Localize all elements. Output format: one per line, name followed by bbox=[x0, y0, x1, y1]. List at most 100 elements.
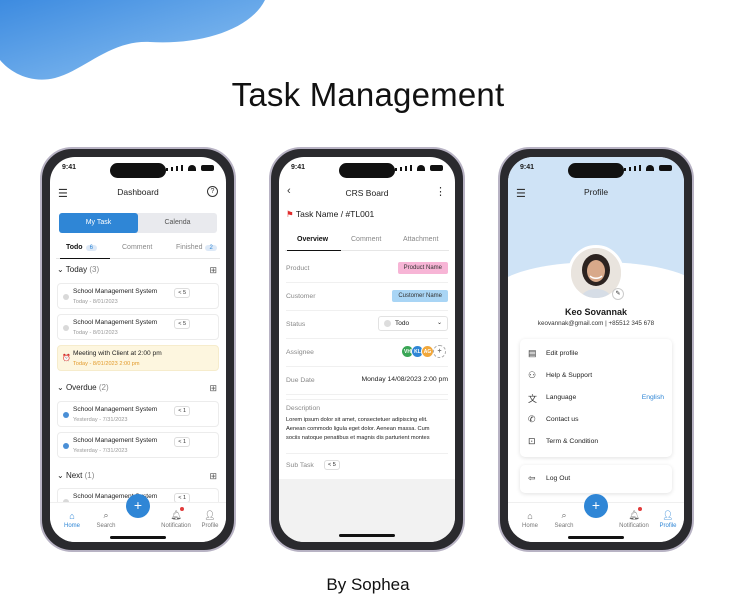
notification-badge bbox=[180, 507, 184, 511]
task-date: Yesterday - 7/31/2023 bbox=[73, 448, 128, 454]
user-icon: 👤︎ bbox=[662, 510, 674, 520]
add-button[interactable]: + bbox=[126, 494, 150, 518]
nav-profile[interactable]: 👤︎ Profile bbox=[650, 510, 684, 529]
menu-contact-us[interactable]: ✆ Contact us bbox=[528, 409, 664, 431]
meeting-card[interactable]: ⏰ Meeting with Client at 2:00 pm Today -… bbox=[57, 345, 219, 371]
nav-profile-label: Profile bbox=[201, 523, 219, 529]
decorative-blob bbox=[0, 0, 265, 80]
dynamic-island bbox=[568, 163, 624, 178]
tab-overview[interactable]: Overview bbox=[297, 236, 328, 243]
help-circle-icon[interactable]: ? bbox=[207, 186, 218, 197]
segment-my-task[interactable]: My Task bbox=[59, 213, 138, 233]
nav-home[interactable]: ⌂ Home bbox=[54, 511, 90, 529]
tab-comment[interactable]: Comment bbox=[351, 236, 381, 243]
nav-home-label: Home bbox=[521, 523, 538, 529]
signal-icons bbox=[395, 165, 443, 171]
task-card[interactable]: School Management System Yesterday - 7/3… bbox=[57, 432, 219, 458]
home-indicator bbox=[568, 536, 624, 539]
add-task-icon[interactable]: ⊞ bbox=[209, 383, 217, 394]
segment-calendar[interactable]: Calenda bbox=[138, 213, 217, 233]
id-card-icon: ▤ bbox=[528, 348, 537, 358]
tab-attachment[interactable]: Attachment bbox=[403, 236, 438, 243]
logout-card: ⇦ Log Out bbox=[520, 465, 672, 493]
alarm-icon: ⏰ bbox=[62, 355, 71, 362]
customer-row[interactable]: Customer Customer Name bbox=[286, 283, 448, 311]
product-row[interactable]: Product Product Name bbox=[286, 255, 448, 283]
subtask-count: 5 bbox=[332, 462, 336, 468]
section-today-label: Today bbox=[65, 265, 88, 274]
user-icon: 👤︎ bbox=[204, 510, 216, 520]
section-today-count: (3) bbox=[89, 265, 100, 274]
subtask-row[interactable]: Sub Task < 5 bbox=[286, 453, 448, 477]
phone-profile: 9:41 ☰ Profile ✎ Keo Sovannak keovannak@… bbox=[498, 147, 694, 552]
chevron-down-icon: ⌄ bbox=[57, 265, 64, 274]
language-value: English bbox=[641, 394, 664, 401]
flag-icon: ⚑ bbox=[286, 209, 294, 219]
share-icon: < bbox=[178, 321, 182, 327]
nav-notification-label: Notification bbox=[619, 523, 649, 529]
tab-todo-label: Todo bbox=[66, 244, 83, 251]
task-title: School Management System bbox=[73, 437, 158, 444]
section-next-label: Next bbox=[65, 471, 83, 480]
battery-icon bbox=[430, 165, 443, 171]
bell-icon: 🔔︎ bbox=[170, 510, 182, 520]
nav-profile-label: Profile bbox=[659, 523, 677, 529]
logout-icon: ⇦ bbox=[528, 473, 536, 483]
task-name-row: ⚑ Task Name / #TL001 bbox=[286, 209, 374, 220]
menu-help-support[interactable]: ⚇ Help & Support bbox=[528, 365, 664, 387]
camera-icon[interactable]: ✎ bbox=[612, 288, 624, 300]
add-task-icon[interactable]: ⊞ bbox=[209, 471, 217, 482]
nav-home-label: Home bbox=[63, 523, 80, 529]
task-date: Today - 8/01/2023 bbox=[73, 299, 118, 305]
add-assignee-icon[interactable]: + bbox=[433, 345, 446, 358]
nav-notification[interactable]: 🔔︎ Notification bbox=[158, 510, 194, 529]
notification-badge bbox=[638, 507, 642, 511]
section-overdue-label: Overdue bbox=[65, 383, 97, 392]
task-card[interactable]: School Management System Yesterday - 7/3… bbox=[57, 401, 219, 427]
description-line: sociis natoque penatibus et magnis dis p… bbox=[286, 435, 430, 441]
status-dot bbox=[63, 443, 69, 449]
profile-contact: keovannak@gmail.com | +85512 345 678 bbox=[537, 320, 655, 327]
nav-profile[interactable]: 👤︎ Profile bbox=[192, 510, 226, 529]
section-today[interactable]: ⌄ Today (3) ⊞ bbox=[57, 265, 217, 276]
tab-finished[interactable]: Finished 2 bbox=[176, 244, 217, 251]
profile-title: Profile bbox=[583, 187, 609, 197]
share-icon: < bbox=[178, 290, 182, 296]
more-vertical-icon[interactable]: ⋮ bbox=[435, 185, 446, 198]
nav-search[interactable]: ⌕ Search bbox=[546, 510, 582, 529]
menu-language-label: Language bbox=[546, 394, 577, 401]
bell-icon: 🔔︎ bbox=[628, 510, 640, 520]
due-date-row[interactable]: Due Date Monday 14/08/2023 2:00 pm bbox=[286, 367, 448, 395]
translate-icon: 文 bbox=[528, 394, 538, 404]
task-card[interactable]: School Management System Today - 8/01/20… bbox=[57, 283, 219, 309]
battery-icon bbox=[659, 165, 672, 171]
status-select[interactable]: Todo ⌄ bbox=[378, 316, 448, 331]
due-date-value: Monday 14/08/2023 2:00 pm bbox=[361, 376, 448, 383]
subtask-count: 1 bbox=[182, 439, 186, 445]
section-next-count: (1) bbox=[84, 471, 95, 480]
task-title: School Management System bbox=[73, 406, 158, 413]
add-button[interactable]: + bbox=[584, 494, 608, 518]
section-overdue[interactable]: ⌄ Overdue (2) ⊞ bbox=[57, 383, 217, 394]
customer-tag[interactable]: Customer Name bbox=[392, 290, 448, 302]
tab-underline bbox=[287, 249, 341, 251]
section-next[interactable]: ⌄ Next (1) ⊞ bbox=[57, 471, 217, 482]
search-icon: ⌕ bbox=[561, 510, 567, 520]
tab-comment[interactable]: Comment bbox=[122, 244, 152, 251]
logout-button[interactable]: ⇦ Log Out bbox=[528, 468, 664, 490]
description-block[interactable]: Description Lorem ipsum dolor sit amet, … bbox=[286, 399, 448, 449]
task-date: Yesterday - 7/31/2023 bbox=[73, 417, 128, 423]
tab-todo[interactable]: Todo 6 bbox=[66, 244, 97, 251]
nav-search[interactable]: ⌕ Search bbox=[88, 510, 124, 529]
product-tag[interactable]: Product Name bbox=[397, 262, 448, 274]
add-task-icon[interactable]: ⊞ bbox=[209, 265, 217, 276]
nav-home[interactable]: ⌂ Home bbox=[512, 511, 548, 529]
menu-edit-profile[interactable]: ▤ Edit profile bbox=[528, 343, 664, 365]
home-indicator bbox=[110, 536, 166, 539]
task-card[interactable]: School Management System Today - 8/01/20… bbox=[57, 314, 219, 340]
menu-language[interactable]: 文 Language English bbox=[528, 387, 664, 409]
menu-terms[interactable]: ⊡ Term & Condition bbox=[528, 431, 664, 453]
section-overdue-count: (2) bbox=[98, 383, 109, 392]
nav-notification[interactable]: 🔔︎ Notification bbox=[616, 510, 652, 529]
menu-help-support-label: Help & Support bbox=[546, 372, 593, 379]
